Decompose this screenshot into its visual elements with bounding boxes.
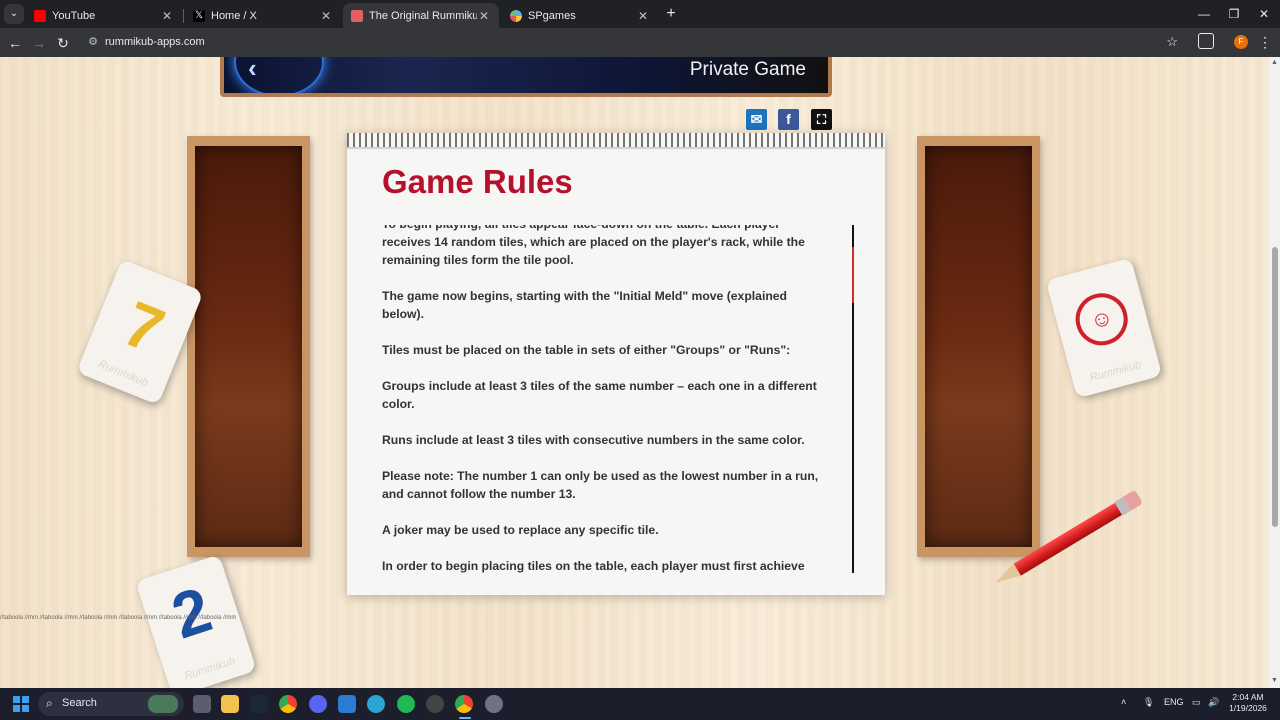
spotify-icon[interactable] xyxy=(397,695,415,713)
mail-icon[interactable] xyxy=(338,695,356,713)
settings-icon[interactable] xyxy=(485,695,503,713)
steam-icon[interactable] xyxy=(250,695,268,713)
restore-button[interactable]: ❐ xyxy=(1224,5,1244,23)
tab-title: YouTube xyxy=(52,9,96,22)
volume-icon[interactable]: 🔊 xyxy=(1208,697,1219,708)
microphone-icon[interactable]: 🎙 xyxy=(1143,697,1154,708)
tab-rummikub[interactable]: The Original Rummikub ✕ xyxy=(343,3,499,28)
show-hidden-icons-icon[interactable]: ˄ xyxy=(1121,697,1126,707)
network-icon[interactable]: ▭ xyxy=(1192,697,1201,708)
joker-face-icon: ☺ xyxy=(1069,287,1134,352)
active-app-indicator xyxy=(459,717,471,719)
facebook-icon[interactable]: f xyxy=(778,109,799,130)
youtube-icon xyxy=(34,9,46,22)
profile-avatar[interactable]: F xyxy=(1234,35,1248,49)
tab-title: Home / X xyxy=(211,9,257,22)
x-icon: 𝕏 xyxy=(193,9,205,22)
extensions-icon[interactable] xyxy=(1198,33,1214,49)
new-tab-button[interactable]: + xyxy=(664,5,678,23)
browser-menu-icon[interactable]: ⋮ xyxy=(1258,33,1272,51)
left-tile-box xyxy=(187,136,310,557)
scroll-up-arrow[interactable]: ▲ xyxy=(1271,59,1278,66)
language-indicator[interactable]: ENG xyxy=(1164,697,1184,707)
ad-placeholder-text: //taboola //mm //taboola //mm //taboola … xyxy=(0,615,237,621)
rules-paragraph: In order to begin placing tiles on the t… xyxy=(382,559,805,573)
game-header-banner: ‹ Private Game xyxy=(220,57,832,97)
windows-start-icon[interactable] xyxy=(13,696,29,712)
tab-title: SPgames xyxy=(528,9,576,22)
tab-title: The Original Rummikub xyxy=(369,9,477,22)
clock-date: 1/19/2026 xyxy=(1229,703,1267,713)
tab-bar: ⌄ YouTube ✕ 𝕏 Home / X ✕ The Original Ru… xyxy=(0,0,1280,28)
clock-time: 2:04 AM xyxy=(1232,692,1264,702)
chrome-profile-icon[interactable] xyxy=(455,695,473,713)
header-title: Private Game xyxy=(689,59,806,80)
tile-number: 2 xyxy=(163,573,220,653)
facebook-letter: f xyxy=(786,111,791,127)
rules-paragraph: Tiles must be placed on the table in set… xyxy=(382,343,791,357)
tile-number: 7 xyxy=(113,287,174,368)
rules-paragraph: Runs include at least 3 tiles with conse… xyxy=(382,433,805,447)
back-arrow-icon[interactable]: ‹ xyxy=(248,57,257,81)
search-highlight-icon xyxy=(148,695,178,713)
page-scroll-thumb[interactable] xyxy=(1272,247,1278,527)
close-tab-icon[interactable]: ✕ xyxy=(636,9,650,23)
edge-icon[interactable] xyxy=(367,695,385,713)
reload-button[interactable]: ↻ xyxy=(53,33,73,53)
rules-paragraph: Please note: The number 1 can only be us… xyxy=(382,469,819,501)
system-clock[interactable]: 2:04 AM 1/19/2026 xyxy=(1226,692,1270,714)
rules-paragraph: The game now begins, starting with the "… xyxy=(382,289,787,321)
notebook-spiral xyxy=(347,133,885,149)
taskbar-search[interactable]: ⌕ Search xyxy=(38,692,184,716)
back-button[interactable]: ← xyxy=(5,33,25,53)
rules-paragraph: To begin playing, all tiles appear face-… xyxy=(382,225,805,267)
close-window-button[interactable]: ✕ xyxy=(1254,5,1274,23)
task-view-icon[interactable] xyxy=(193,695,211,713)
rummikub-icon xyxy=(351,9,363,22)
rules-paragraph: A joker may be used to replace any speci… xyxy=(382,523,659,537)
scroll-down-arrow[interactable]: ▼ xyxy=(1271,677,1278,684)
github-icon[interactable] xyxy=(426,695,444,713)
close-tab-icon[interactable]: ✕ xyxy=(160,9,174,23)
tab-divider xyxy=(183,9,184,23)
minimize-button[interactable]: — xyxy=(1194,5,1214,23)
file-explorer-icon[interactable] xyxy=(221,695,239,713)
rules-notebook: Game Rules To begin playing, all tiles a… xyxy=(347,133,885,595)
address-bar[interactable]: ⚙ rummikub-apps.com ☆ xyxy=(80,31,1188,54)
forward-button[interactable]: → xyxy=(29,33,49,53)
close-tab-icon[interactable]: ✕ xyxy=(319,9,333,23)
taskbar-search-label: Search xyxy=(62,697,97,709)
page-scrollbar[interactable]: ▲ ▼ xyxy=(1269,57,1280,688)
tab-search-button[interactable]: ⌄ xyxy=(4,4,24,24)
page-viewport: ‹ Private Game ✉ f ⛶ 7 Rummikub 2 Rummik… xyxy=(0,57,1269,688)
tab-youtube[interactable]: YouTube ✕ xyxy=(26,3,182,28)
bookmark-star-icon[interactable]: ☆ xyxy=(1166,34,1178,50)
rules-title: Game Rules xyxy=(382,163,573,200)
search-icon: ⌕ xyxy=(46,696,53,710)
tab-x-home[interactable]: 𝕏 Home / X ✕ xyxy=(185,3,341,28)
close-tab-icon[interactable]: ✕ xyxy=(477,9,491,23)
tab-spgames[interactable]: SPgames ✕ xyxy=(502,3,658,28)
right-tile-box xyxy=(917,136,1040,557)
rules-scroll-thumb[interactable] xyxy=(852,247,854,303)
chrome-icon[interactable] xyxy=(279,695,297,713)
fullscreen-icon[interactable]: ⛶ xyxy=(811,109,832,130)
discord-icon[interactable] xyxy=(309,695,327,713)
browser-toolbar: ← → ↻ ⚙ rummikub-apps.com ☆ xyxy=(0,28,1280,57)
site-info-icon[interactable]: ⚙ xyxy=(86,35,100,49)
rules-paragraph: Groups include at least 3 tiles of the s… xyxy=(382,379,817,411)
windows-taskbar: ⌕ Search ˄ 🎙 ENG ▭ 🔊 2:04 AM 1/19/2026 xyxy=(0,688,1280,720)
rules-text-area[interactable]: To begin playing, all tiles appear face-… xyxy=(382,225,822,577)
email-icon[interactable]: ✉ xyxy=(746,109,767,130)
spgames-icon xyxy=(510,9,522,22)
url-text: rummikub-apps.com xyxy=(105,36,205,48)
